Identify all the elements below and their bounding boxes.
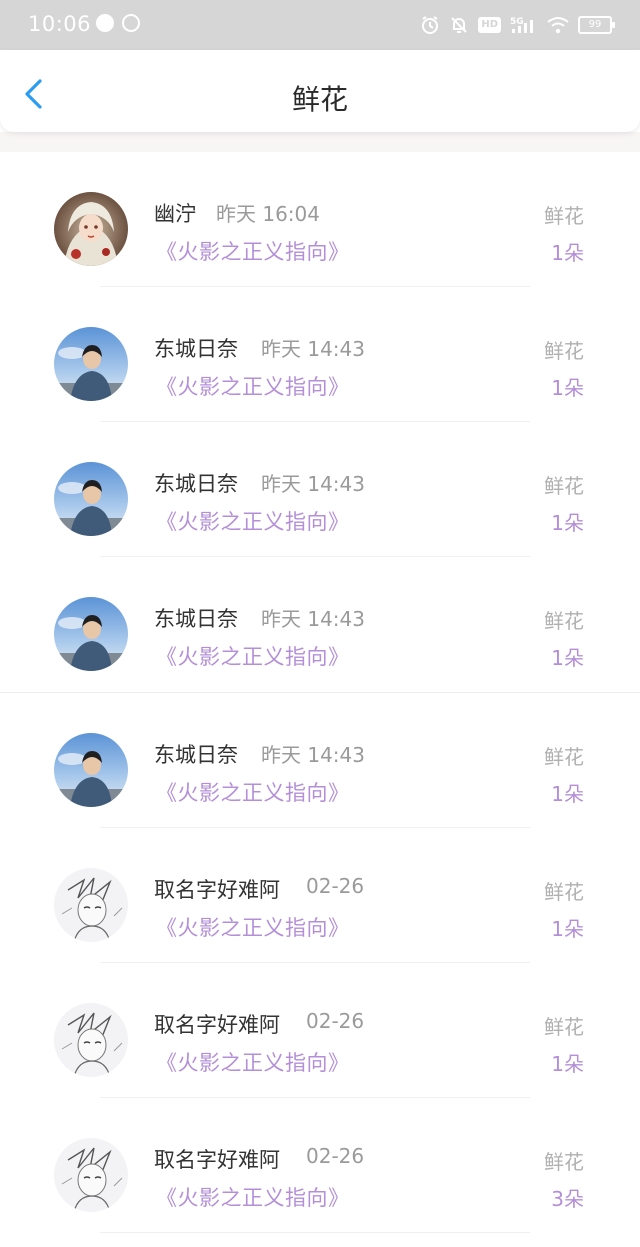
page-header: 鲜花: [0, 50, 640, 132]
user-name[interactable]: 东城日奈: [154, 468, 238, 498]
avatar[interactable]: [54, 192, 128, 266]
alarm-icon: [422, 16, 439, 34]
flower-record-row[interactable]: 东城日奈 昨天 14:43 《火影之正义指向》 鲜花 1朵: [0, 422, 640, 557]
hd-icon: HD: [478, 17, 501, 33]
book-title-link[interactable]: 《火影之正义指向》: [156, 236, 350, 266]
avatar[interactable]: [54, 597, 128, 671]
user-name[interactable]: 东城日奈: [154, 603, 238, 633]
book-title-link[interactable]: 《火影之正义指向》: [156, 1182, 350, 1212]
gift-count: 1朵: [551, 241, 584, 265]
book-title-link[interactable]: 《火影之正义指向》: [156, 1047, 350, 1077]
avatar[interactable]: [54, 1003, 128, 1077]
flower-record-row[interactable]: 东城日奈 昨天 14:43 《火影之正义指向》 鲜花 1朵: [0, 693, 640, 828]
gift-count: 1朵: [551, 782, 584, 806]
book-title-link[interactable]: 《火影之正义指向》: [156, 912, 350, 942]
gift-count: 1朵: [551, 511, 584, 535]
gift-type-label: 鲜花: [544, 745, 584, 769]
gift-count: 1朵: [551, 646, 584, 670]
row-divider: [100, 1232, 530, 1233]
notification-icon: [122, 14, 140, 32]
status-time: 10:06: [28, 12, 92, 36]
page-title: 鲜花: [291, 83, 348, 116]
book-title-link[interactable]: 《火影之正义指向》: [156, 641, 350, 671]
signal-5g-icon: 5G: [510, 17, 533, 33]
svg-text:5G: 5G: [510, 17, 524, 27]
record-time: 昨天 14:43: [261, 607, 365, 631]
avatar[interactable]: [54, 1138, 128, 1212]
gift-type-label: 鲜花: [544, 1150, 584, 1174]
flower-record-list: 幽泞 昨天 16:04 《火影之正义指向》 鲜花 1朵 东城日奈 昨天 14:4…: [0, 152, 640, 1233]
flower-record-row[interactable]: 东城日奈 昨天 14:43 《火影之正义指向》 鲜花 1朵: [0, 557, 640, 693]
user-name[interactable]: 取名字好难阿: [154, 1144, 280, 1174]
user-name[interactable]: 取名字好难阿: [154, 1009, 280, 1039]
gift-type-label: 鲜花: [544, 474, 584, 498]
user-name[interactable]: 东城日奈: [154, 333, 238, 363]
compass-icon: [96, 14, 114, 32]
status-bar: 10:06 HD 5G 99: [0, 0, 640, 50]
mute-bell-icon: [451, 17, 468, 33]
gift-count: 1朵: [551, 376, 584, 400]
gift-type-label: 鲜花: [544, 1015, 584, 1039]
record-time: 02-26: [306, 1144, 365, 1168]
flower-record-row[interactable]: 取名字好难阿 02-26 《火影之正义指向》 鲜花 3朵: [0, 1098, 640, 1233]
wifi-icon: [547, 17, 569, 34]
gift-type-label: 鲜花: [544, 204, 584, 228]
avatar[interactable]: [54, 462, 128, 536]
header-spacer: [0, 132, 640, 152]
record-time: 02-26: [306, 874, 365, 898]
record-time: 昨天 14:43: [261, 337, 365, 361]
gift-count: 1朵: [551, 917, 584, 941]
battery-icon: 99: [578, 16, 615, 34]
record-time: 昨天 14:43: [261, 743, 365, 767]
record-time: 昨天 16:04: [216, 202, 320, 226]
user-name[interactable]: 东城日奈: [154, 739, 238, 769]
flower-record-row[interactable]: 东城日奈 昨天 14:43 《火影之正义指向》 鲜花 1朵: [0, 287, 640, 422]
avatar[interactable]: [54, 327, 128, 401]
gift-count: 1朵: [551, 1052, 584, 1076]
book-title-link[interactable]: 《火影之正义指向》: [156, 506, 350, 536]
record-time: 02-26: [306, 1009, 365, 1033]
gift-type-label: 鲜花: [544, 339, 584, 363]
status-icons: HD 5G 99: [420, 12, 615, 38]
record-time: 昨天 14:43: [261, 472, 365, 496]
user-name[interactable]: 幽泞: [154, 198, 196, 228]
book-title-link[interactable]: 《火影之正义指向》: [156, 777, 350, 807]
gift-type-label: 鲜花: [544, 609, 584, 633]
flower-record-row[interactable]: 幽泞 昨天 16:04 《火影之正义指向》 鲜花 1朵: [0, 152, 640, 287]
flower-record-row[interactable]: 取名字好难阿 02-26 《火影之正义指向》 鲜花 1朵: [0, 963, 640, 1098]
user-name[interactable]: 取名字好难阿: [154, 874, 280, 904]
book-title-link[interactable]: 《火影之正义指向》: [156, 371, 350, 401]
avatar[interactable]: [54, 733, 128, 807]
gift-type-label: 鲜花: [544, 880, 584, 904]
gift-count: 3朵: [551, 1187, 584, 1211]
flower-record-row[interactable]: 取名字好难阿 02-26 《火影之正义指向》 鲜花 1朵: [0, 828, 640, 963]
avatar[interactable]: [54, 868, 128, 942]
